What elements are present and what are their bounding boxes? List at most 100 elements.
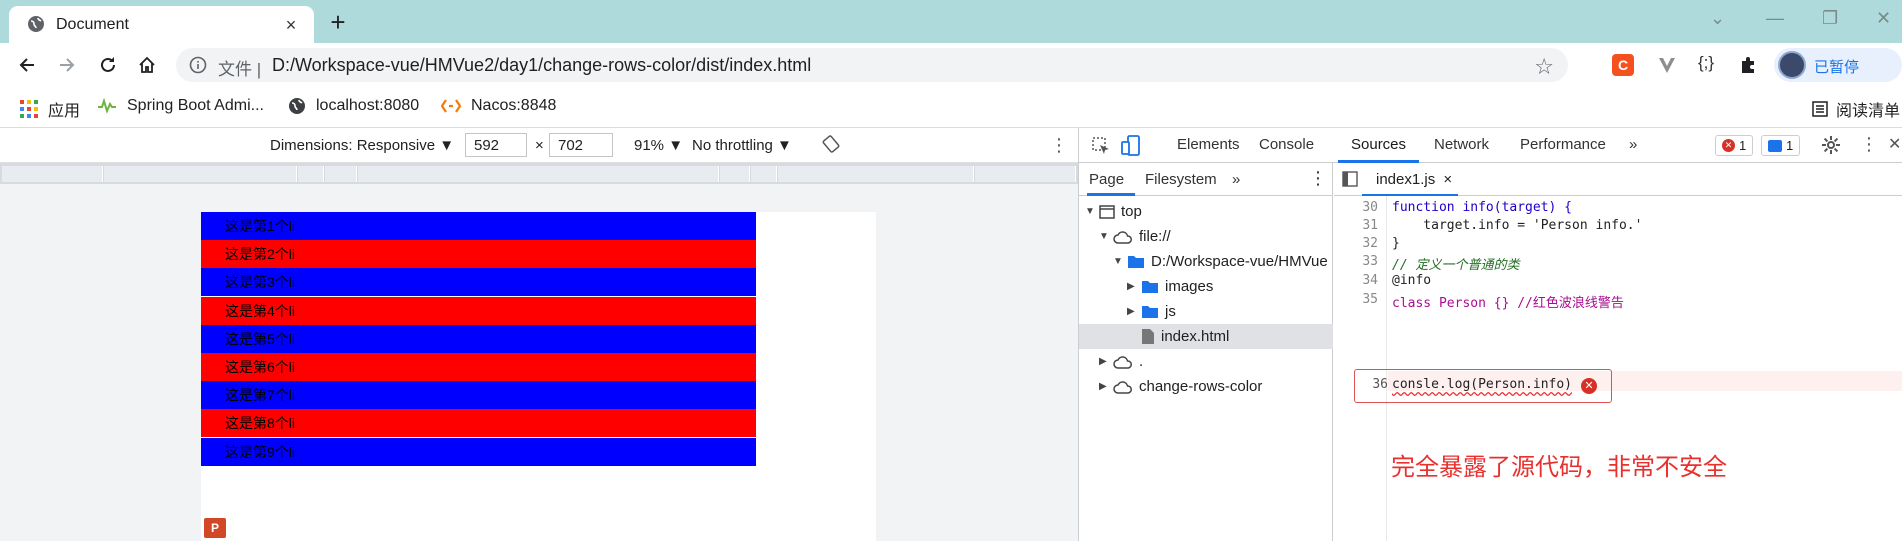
triangle-right-icon[interactable]: ▶ [1127,281,1141,292]
rotate-icon[interactable] [822,135,840,153]
close-file-icon[interactable]: × [1443,171,1452,188]
device-toolbar-menu-icon[interactable]: ⋮ [1050,135,1068,156]
code-line: // 定义一个普通的类 [1392,258,1520,273]
tree-item[interactable]: ▼ D:/Workspace-vue/HMVue [1079,249,1333,274]
maximize-button[interactable]: ❐ [1822,8,1838,29]
avatar [1778,51,1806,79]
devtools-menu-icon[interactable]: ⋮ [1860,134,1878,155]
tree-item[interactable]: ▶. [1079,349,1333,374]
browser-tab[interactable]: Document × [9,6,314,43]
list-item: 这是第3个li [201,268,756,297]
tree-item[interactable]: ▼ file:// [1079,224,1333,249]
bookmark-star-icon[interactable]: ☆ [1534,54,1554,80]
tab-filesystem[interactable]: Filesystem [1145,171,1217,188]
close-tab-icon[interactable]: × [281,15,301,35]
browser-title-bar: Document × + ⌄ — ❐ ✕ [0,0,1902,43]
throttling-select[interactable]: No throttling ▼ [692,137,792,154]
tree-item-label: . [1139,353,1144,370]
tab-sources[interactable]: Sources [1351,136,1406,153]
viewport-height-input[interactable] [549,133,613,157]
bookmark-spring-boot[interactable]: Spring Boot Admi... [97,97,264,115]
arrow-left-icon [19,58,34,72]
minimize-button[interactable]: — [1766,8,1784,29]
forward-button[interactable] [56,54,78,76]
extension-v-icon[interactable] [1656,54,1678,76]
triangle-right-icon[interactable]: ▶ [1099,356,1113,367]
tree-item[interactable]: ▶ js [1079,299,1333,324]
tree-item[interactable]: ▶ images [1079,274,1333,299]
profile-button[interactable]: 已暂停 [1774,48,1902,82]
error-count-badge[interactable]: ✕ 1 [1715,135,1754,156]
svg-text:C: C [1618,57,1628,73]
code-line-error: consle.log(Person.info) [1392,377,1573,392]
json-extension-icon[interactable]: {;} [1698,53,1714,73]
code-line: } [1392,236,1400,251]
code-line: function info(target) { [1392,200,1573,215]
home-icon [139,56,155,73]
dimensions-select[interactable]: Dimensions: Responsive ▼ [270,137,454,154]
bookmark-apps[interactable]: 应用 [20,97,80,121]
protocol-label: 文件 | [218,60,262,79]
chevron-down-icon[interactable]: ⌄ [1710,8,1725,29]
file-tab-index1[interactable]: index1.js × [1362,163,1458,196]
tab-page[interactable]: Page [1089,171,1124,188]
code-line: target.info = 'Person info.' [1392,218,1643,233]
tab-title: Document [56,16,129,33]
bookmark-label: localhost:8080 [316,97,420,114]
bookmark-nacos[interactable]: Nacos:8848 [441,97,556,115]
tab-console[interactable]: Console [1259,136,1314,153]
tab-network[interactable]: Network [1434,136,1489,153]
new-tab-button[interactable]: + [326,9,350,35]
dimension-separator: × [535,137,544,154]
device-toggle-icon[interactable] [1121,135,1141,157]
url-text[interactable]: D:/Workspace-vue/HMVue2/day1/change-rows… [272,55,811,76]
devtools-tabbar: Elements Console Sources Network Perform… [1079,128,1902,163]
media-query-ruler[interactable] [0,163,1078,184]
extension-c-icon[interactable]: C [1612,54,1634,76]
settings-gear-icon[interactable] [1821,135,1841,155]
error-callout: 36 consle.log(Person.info) ✕ [1354,369,1612,403]
list-item: 这是第8个li [201,409,756,438]
profile-status-label: 已暂停 [1814,59,1860,76]
toggle-navigator-icon[interactable] [1342,171,1358,187]
close-window-button[interactable]: ✕ [1876,8,1891,29]
tree-item-label: index.html [1161,328,1230,345]
message-icon [1768,139,1782,152]
error-icon[interactable]: ✕ [1581,378,1597,394]
triangle-down-icon[interactable]: ▼ [1113,256,1127,267]
info-icon[interactable] [189,56,207,74]
list-item: 这是第2个li [201,240,756,269]
sources-navigator: Page Filesystem » ⋮ ▼ top ▼ file:// ▼ D:/Work… [1079,163,1333,541]
triangle-right-icon[interactable]: ▶ [1099,381,1113,392]
more-tabs-icon[interactable]: » [1629,136,1637,153]
apps-grid-icon [20,100,38,118]
line-number: 31 [1362,218,1378,233]
tree-item[interactable]: ▶ change-rows-color [1079,374,1333,399]
extensions-puzzle-icon[interactable] [1738,54,1760,76]
address-bar[interactable]: 文件 | D:/Workspace-vue/HMVue2/day1/change… [176,48,1568,82]
tab-elements[interactable]: Elements [1177,136,1240,153]
bookmark-localhost[interactable]: localhost:8080 [288,97,419,115]
navigator-tabbar: Page Filesystem » ⋮ [1079,163,1333,196]
tab-performance[interactable]: Performance [1520,136,1606,153]
reload-button[interactable] [97,54,119,76]
triangle-right-icon[interactable]: ▶ [1127,306,1141,317]
file-icon [1141,328,1155,345]
zoom-select[interactable]: 91% ▼ [634,137,683,154]
navigator-menu-icon[interactable]: ⋮ [1309,168,1327,189]
tree-item[interactable]: ▼ top [1079,199,1333,224]
tree-item-label: images [1165,278,1214,295]
more-navigators-icon[interactable]: » [1232,171,1240,188]
close-devtools-icon[interactable]: ✕ [1888,134,1901,154]
viewport-width-input[interactable] [465,133,527,157]
inspect-element-icon[interactable] [1091,136,1111,156]
message-count-badge[interactable]: 1 [1761,135,1801,156]
home-button[interactable] [136,54,158,76]
reading-list[interactable]: 阅读清单 [1812,97,1900,121]
powerpoint-icon[interactable]: P [204,518,226,538]
back-button[interactable] [16,54,38,76]
triangle-down-icon[interactable]: ▼ [1099,231,1113,242]
tree-item[interactable]: index.html [1079,324,1333,349]
triangle-down-icon[interactable]: ▼ [1085,206,1099,217]
device-toolbar: Dimensions: Responsive ▼ × 91% ▼ No thro… [0,128,1078,163]
